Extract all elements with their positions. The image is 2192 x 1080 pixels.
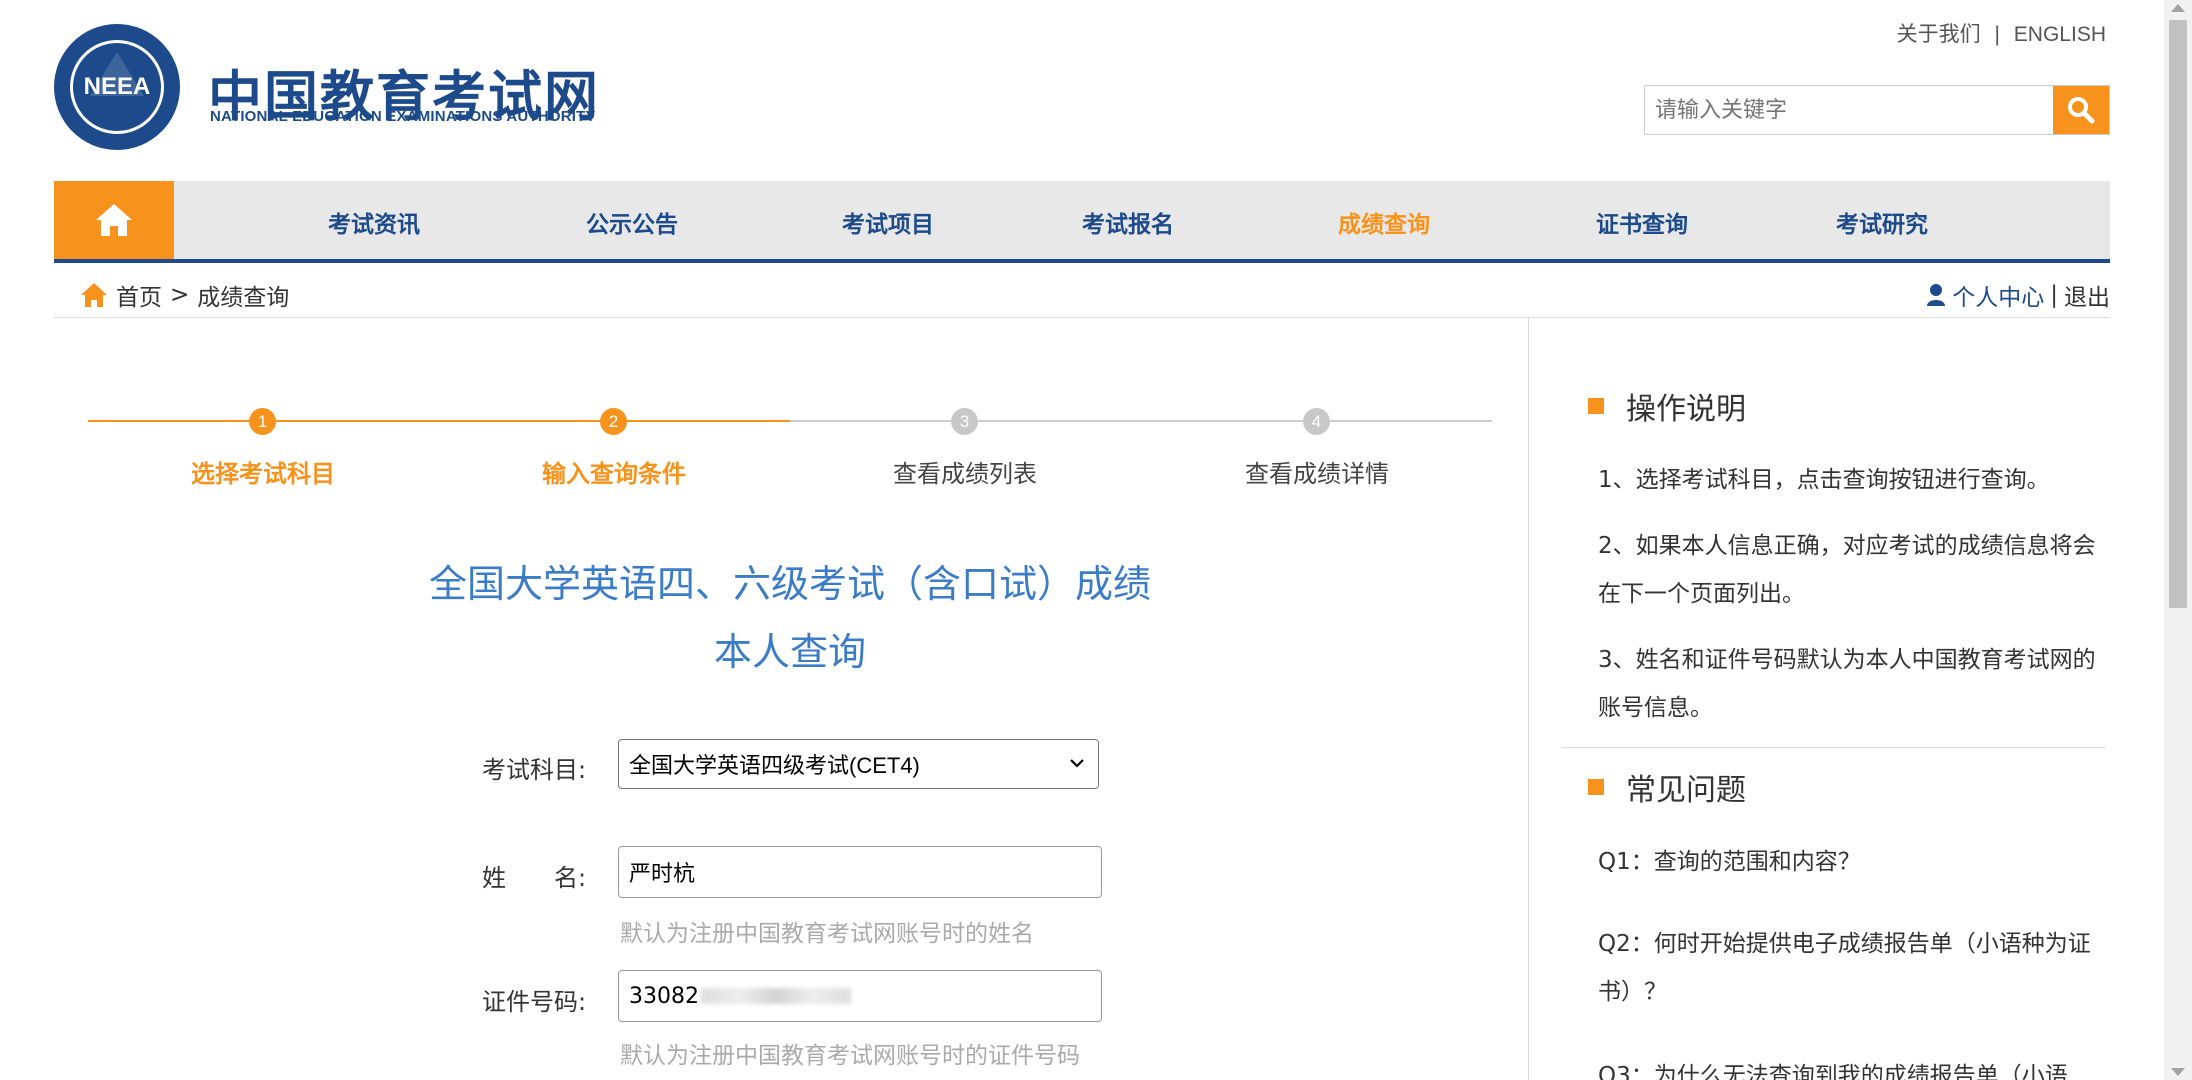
english-link[interactable]: ENGLISH (2014, 23, 2106, 46)
id-label: 证件号码: (482, 988, 587, 1016)
step-line-complete (88, 420, 790, 422)
user-nav-separator: | (2050, 282, 2058, 308)
scroll-down-arrow[interactable] (2171, 1068, 2185, 1076)
id-number-visible: 33082 (629, 983, 699, 1009)
step-4-label: 查看成绩详情 (1245, 460, 1389, 488)
logo-triangle-icon (90, 52, 144, 96)
faq-heading: 常见问题 (1588, 765, 1746, 809)
page-title-line1: 全国大学英语四、六级考试（含口试）成绩 (428, 562, 1151, 606)
right-panel-divider (1562, 747, 2106, 748)
step-1-label: 选择考试科目 (191, 460, 335, 488)
column-divider (1528, 318, 1529, 1080)
name-input[interactable]: 严时杭 (618, 846, 1102, 898)
user-nav: 个人中心 | 退出 (1926, 278, 2110, 312)
user-icon (1927, 284, 1946, 306)
breadcrumb: 首页 > 成绩查询 (80, 278, 289, 312)
brand-name-en: NATIONAL EDUCATION EXAMINATIONS AUTHORIT… (210, 108, 596, 125)
instructions-heading: 操作说明 (1588, 384, 1746, 428)
subject-select[interactable]: 全国大学英语四级考试(CET4) (618, 739, 1099, 789)
step-2-label: 输入查询条件 (542, 460, 686, 488)
name-input-value: 严时杭 (629, 862, 696, 887)
faq-item-1[interactable]: Q1：查询的范围和内容？ (1598, 838, 2098, 886)
search-button[interactable] (2053, 86, 2109, 134)
vertical-scrollbar[interactable] (2164, 0, 2192, 1080)
top-links: 关于我们 | ENGLISH (1893, 18, 2110, 48)
faq-item-2[interactable]: Q2：何时开始提供电子成绩报告单（小语种为证书）？ (1598, 920, 2098, 1016)
breadcrumb-separator: > (170, 282, 190, 308)
step-4-dot: 4 (1303, 408, 1330, 435)
nav-item-score-query[interactable]: 成绩查询 (1338, 205, 1430, 239)
search-box (1644, 85, 2110, 135)
step-line-incomplete (790, 420, 1492, 422)
home-icon (96, 204, 132, 236)
home-small-icon (81, 283, 107, 307)
nav-item-exam-projects[interactable]: 考试项目 (842, 205, 934, 239)
site-header: NEEA 中国教育考试网 NATIONAL EDUCATION EXAMINAT… (54, 0, 2110, 180)
breadcrumb-home[interactable]: 首页 (116, 278, 162, 312)
logout-link[interactable]: 退出 (2064, 278, 2110, 312)
id-hint: 默认为注册中国教育考试网账号时的证件号码 (620, 1043, 1080, 1069)
step-3-dot: 3 (951, 408, 978, 435)
instruction-item-2: 2、如果本人信息正确，对应考试的成绩信息将会在下一个页面列出。 (1598, 533, 2096, 607)
heading-square-icon (1588, 398, 1604, 414)
faq-item-3[interactable]: Q3：为什么无法查询到我的成绩报告单（小语 (1598, 1052, 2098, 1080)
page-title: 全国大学英语四、六级考试（含口试）成绩 本人查询 (380, 550, 1200, 686)
faq-heading-text: 常见问题 (1626, 773, 1746, 808)
neea-logo[interactable]: NEEA (54, 24, 180, 150)
top-links-separator: | (1994, 23, 2000, 46)
nav-item-exam-news[interactable]: 考试资讯 (328, 205, 420, 239)
nav-item-certificate-query[interactable]: 证书查询 (1596, 205, 1688, 239)
step-1-dot: 1 (249, 408, 276, 435)
personal-center-link[interactable]: 个人中心 (1952, 278, 2044, 312)
breadcrumb-current: 成绩查询 (197, 285, 290, 311)
nav-home-button[interactable] (54, 181, 174, 259)
main-nav: 考试资讯 公示公告 考试项目 考试报名 成绩查询 证书查询 考试研究 (54, 181, 2110, 263)
subject-label: 考试科目: (482, 756, 587, 784)
id-number-input[interactable]: 33082 (618, 970, 1102, 1022)
instruction-item-3: 3、姓名和证件号码默认为本人中国教育考试网的账号信息。 (1598, 647, 2096, 721)
name-hint: 默认为注册中国教育考试网账号时的姓名 (620, 921, 1034, 947)
scroll-thumb[interactable] (2169, 20, 2187, 608)
nav-item-exam-research[interactable]: 考试研究 (1836, 205, 1928, 239)
breadcrumb-divider (54, 317, 2110, 318)
subject-select-value: 全国大学英语四级考试(CET4) (629, 753, 920, 778)
search-input[interactable] (1645, 86, 2053, 134)
scroll-up-arrow[interactable] (2171, 4, 2185, 12)
name-label: 姓 名: (482, 864, 587, 892)
step-2-dot: 2 (600, 408, 627, 435)
search-icon (2068, 97, 2095, 124)
id-number-blurred (701, 988, 851, 1004)
step-3-label: 查看成绩列表 (893, 460, 1037, 488)
page-title-line2: 本人查询 (713, 630, 866, 674)
nav-item-registration[interactable]: 考试报名 (1082, 205, 1174, 239)
about-link[interactable]: 关于我们 (1897, 23, 1981, 46)
instructions-heading-text: 操作说明 (1626, 392, 1746, 427)
instruction-item-1: 1、选择考试科目，点击查询按钮进行查询。 (1598, 467, 2050, 493)
heading-square-icon (1588, 779, 1604, 795)
chevron-down-icon (1070, 759, 1084, 768)
nav-item-announcements[interactable]: 公示公告 (586, 205, 678, 239)
